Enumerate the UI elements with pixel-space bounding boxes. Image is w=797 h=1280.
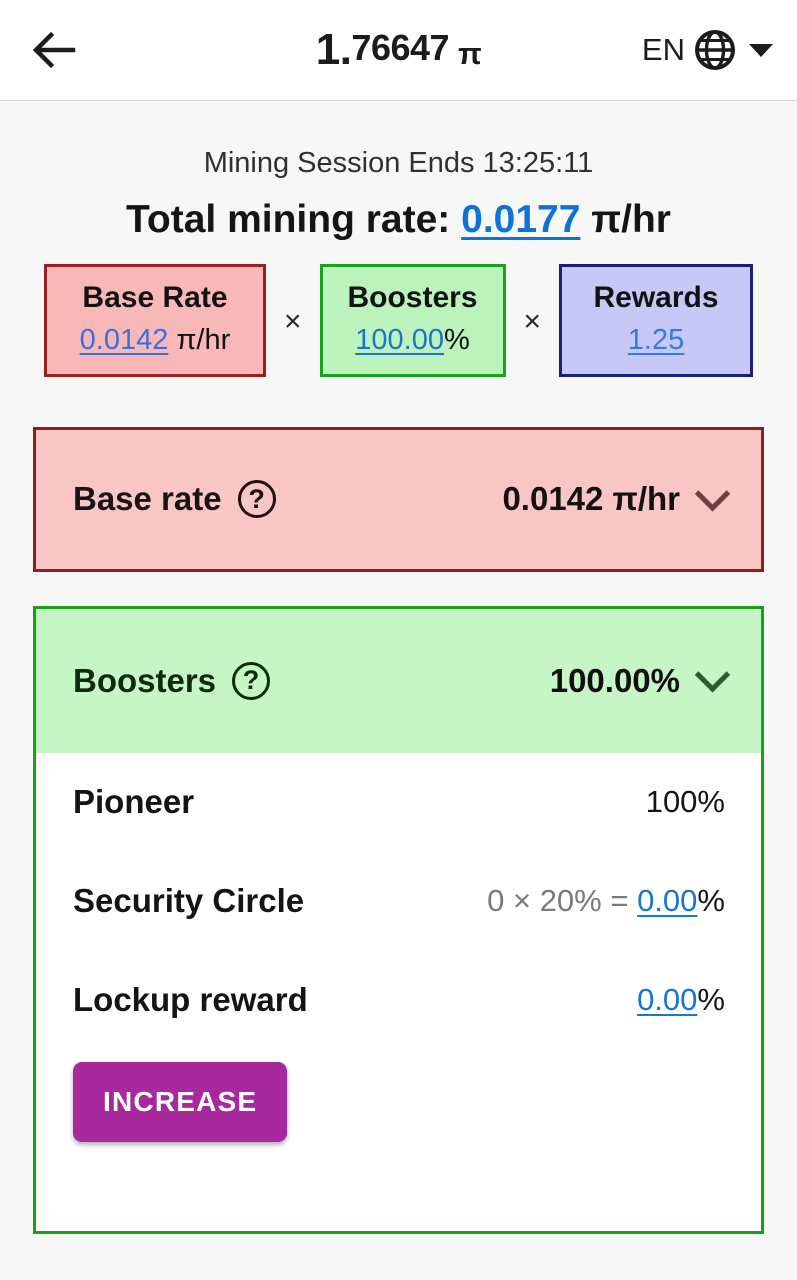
boosters-value: 100.00% [549, 661, 680, 699]
booster-row-label: Lockup reward [73, 981, 308, 1019]
balance-integer: 1. [315, 25, 352, 74]
booster-row-label: Security Circle [73, 882, 305, 920]
list-item: Lockup reward 0.00% [73, 951, 725, 1050]
formula-boosters-value: 100.00% [339, 321, 487, 360]
formula-rewards-title: Rewards [593, 281, 719, 314]
base-rate-value-group: 0.0142 π/hr [502, 475, 731, 518]
boosters-label-group: Boosters ? [73, 661, 271, 700]
mining-rate-page: Mining Session Ends 13:25:11 Total minin… [0, 101, 797, 1280]
booster-row-link[interactable]: 0.00 [637, 883, 697, 918]
language-selector[interactable]: EN [642, 29, 773, 71]
formula-box-boosters[interactable]: Boosters 100.00% [319, 264, 506, 377]
total-mining-rate: Total mining rate: 0.0177 π/hr [0, 198, 797, 242]
booster-row-suffix: 100% [645, 784, 725, 820]
base-rate-value: 0.0142 π/hr [502, 480, 680, 518]
rate-formula: Base Rate 0.0142 π/hr × Boosters 100.00%… [0, 264, 797, 377]
total-mining-rate-value[interactable]: 0.0177 [461, 198, 580, 241]
pi-symbol: π [458, 36, 482, 71]
multiply-operator-1: × [283, 305, 302, 339]
formula-boosters-title: Boosters [347, 281, 478, 314]
chevron-down-icon[interactable] [694, 475, 731, 512]
language-code: EN [641, 32, 685, 67]
formula-base-rate-title: Base Rate [82, 281, 228, 314]
formula-base-rate-value: 0.0142 π/hr [63, 321, 247, 360]
globe-icon [695, 30, 735, 70]
balance-fraction: 76647 [351, 27, 450, 68]
formula-box-rewards[interactable]: Rewards 1.25 [559, 264, 754, 377]
question-circle-icon[interactable]: ? [237, 480, 276, 519]
boosters-detail-list: Pioneer 100% Security Circle 0 × 20% = 0… [36, 752, 761, 1231]
base-rate-label: Base rate [73, 480, 222, 518]
boosters-header[interactable]: Boosters ? 100.00% [36, 608, 761, 753]
increase-button-wrapper: INCREASE [73, 1050, 725, 1142]
total-mining-rate-unit: π/hr [591, 198, 671, 241]
question-circle-icon[interactable]: ? [232, 661, 271, 700]
boosters-value-group: 100.00% [549, 657, 731, 700]
base-rate-section[interactable]: Base rate ? 0.0142 π/hr [33, 426, 764, 572]
increase-button[interactable]: INCREASE [73, 1061, 288, 1142]
formula-base-rate-link[interactable]: 0.0142 [80, 324, 169, 356]
booster-row-link[interactable]: 0.00 [637, 982, 697, 1017]
booster-row-label: Pioneer [73, 783, 195, 821]
booster-row-prefix: 0 × 20% = [487, 883, 638, 919]
mining-session-timer: Mining Session Ends 13:25:11 [203, 147, 594, 179]
booster-row-value: 0 × 20% = 0.00% [487, 883, 725, 919]
boosters-label: Boosters [73, 661, 217, 699]
list-item: Pioneer 100% [73, 753, 725, 852]
booster-row-value: 100% [646, 784, 725, 820]
formula-boosters-link[interactable]: 100.00 [355, 324, 444, 356]
formula-rewards-link[interactable]: 1.25 [628, 324, 684, 356]
caret-down-icon [749, 43, 773, 57]
booster-row-value: 0.00% [637, 982, 725, 1018]
formula-box-base-rate[interactable]: Base Rate 0.0142 π/hr [43, 264, 266, 377]
formula-boosters-unit: % [443, 323, 470, 356]
booster-row-suffix: % [697, 982, 725, 1018]
multiply-operator-2: × [523, 305, 542, 339]
booster-row-suffix: % [697, 883, 725, 919]
base-rate-label-group: Base rate ? [73, 480, 276, 519]
total-mining-rate-label: Total mining rate: [126, 198, 451, 241]
formula-rewards-value: 1.25 [578, 321, 734, 360]
app-header: 1.76647 π EN [0, 0, 797, 101]
chevron-down-icon[interactable] [694, 657, 731, 693]
list-item: Security Circle 0 × 20% = 0.00% [73, 852, 725, 951]
boosters-section: Boosters ? 100.00% Pioneer 100% Security… [33, 605, 764, 1234]
formula-base-rate-unit: π/hr [168, 323, 231, 356]
